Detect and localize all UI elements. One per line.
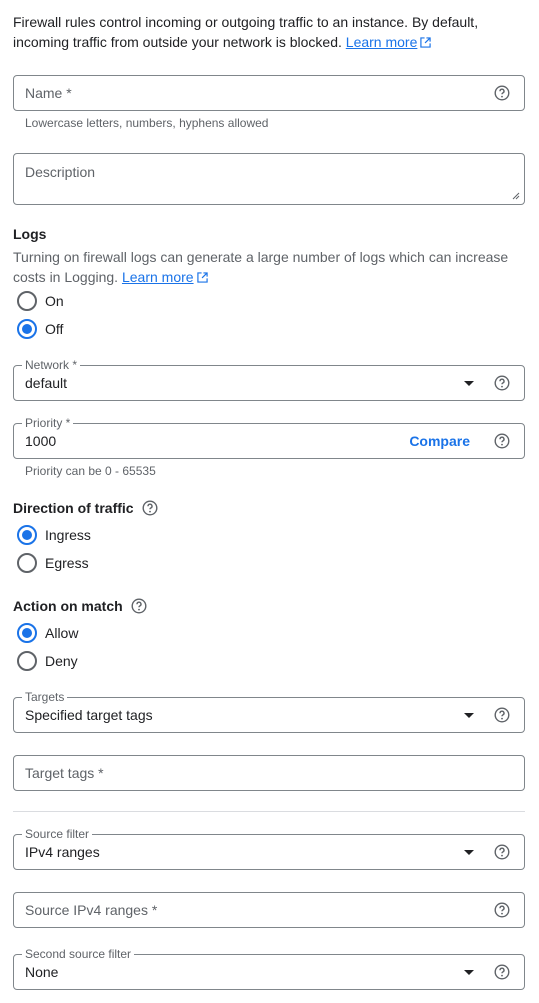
radio-label: Deny [45,653,78,669]
dropdown-caret-icon[interactable] [464,850,474,855]
resize-handle-icon[interactable] [512,192,520,200]
action-title: Action on match [13,598,147,614]
priority-label: Priority * [22,416,74,430]
priority-hint: Priority can be 0 - 65535 [25,464,156,478]
direction-option-ingress[interactable]: Ingress [17,524,91,546]
source-filter-select[interactable]: Source filter IPv4 ranges [13,827,525,870]
radio-label: On [45,293,64,309]
compare-button[interactable]: Compare [409,433,470,449]
network-label: Network * [22,358,81,372]
help-icon[interactable] [494,85,510,101]
direction-title: Direction of traffic [13,500,158,516]
priority-field[interactable]: Priority * 1000 Compare [13,416,525,459]
help-icon[interactable] [494,707,510,723]
external-link-icon [196,272,208,283]
dropdown-caret-icon[interactable] [464,713,474,718]
radio-button[interactable] [17,651,37,671]
intro-text: Firewall rules control incoming or outgo… [13,12,525,52]
direction-option-egress[interactable]: Egress [17,552,89,574]
targets-value: Specified target tags [25,707,153,723]
logs-description: Turning on firewall logs can generate a … [13,249,509,285]
source-filter-value: IPv4 ranges [25,844,100,860]
radio-label: Off [45,321,64,337]
second-source-filter-select[interactable]: Second source filter None [13,947,525,990]
name-hint: Lowercase letters, numbers, hyphens allo… [25,116,269,130]
source-ranges-placeholder: Source IPv4 ranges * [25,902,158,918]
divider [13,811,525,812]
targets-label: Targets [22,690,68,704]
name-placeholder: Name * [25,85,72,101]
target-tags-placeholder: Target tags * [25,765,104,781]
external-link-icon [420,37,432,48]
intro-learn-more-link[interactable]: Learn more [346,34,432,50]
name-field[interactable]: Name * [13,75,525,111]
radio-label: Allow [45,625,79,641]
radio-button[interactable] [17,525,37,545]
help-icon[interactable] [494,433,510,449]
radio-button[interactable] [17,553,37,573]
logs-option-on[interactable]: On [17,290,64,312]
second-source-filter-value: None [25,964,59,980]
radio-label: Egress [45,555,89,571]
help-icon[interactable] [494,375,510,391]
firewall-rule-form: Firewall rules control incoming or outgo… [0,0,539,1003]
help-icon[interactable] [131,598,147,614]
radio-button[interactable] [17,623,37,643]
logs-title: Logs [13,226,47,242]
help-icon[interactable] [494,902,510,918]
logs-learn-more-link[interactable]: Learn more [122,269,208,285]
description-placeholder: Description [25,164,96,180]
dropdown-caret-icon[interactable] [464,970,474,975]
network-select[interactable]: Network * default [13,358,525,401]
targets-select[interactable]: Targets Specified target tags [13,690,525,733]
source-filter-label: Source filter [22,827,93,841]
network-value: default [25,375,68,391]
second-source-filter-label: Second source filter [22,947,135,961]
help-icon[interactable] [494,964,510,980]
action-option-allow[interactable]: Allow [17,622,78,644]
radio-button[interactable] [17,319,37,339]
radio-label: Ingress [45,527,91,543]
dropdown-caret-icon[interactable] [464,381,474,386]
source-ipv4-ranges-field[interactable]: Source IPv4 ranges * [13,892,525,928]
radio-button[interactable] [17,291,37,311]
priority-value: 1000 [25,433,57,449]
action-option-deny[interactable]: Deny [17,650,78,672]
help-icon[interactable] [142,500,158,516]
help-icon[interactable] [494,844,510,860]
target-tags-field[interactable]: Target tags * [13,755,525,791]
description-field[interactable]: Description [13,153,525,205]
logs-option-off[interactable]: Off [17,318,63,340]
